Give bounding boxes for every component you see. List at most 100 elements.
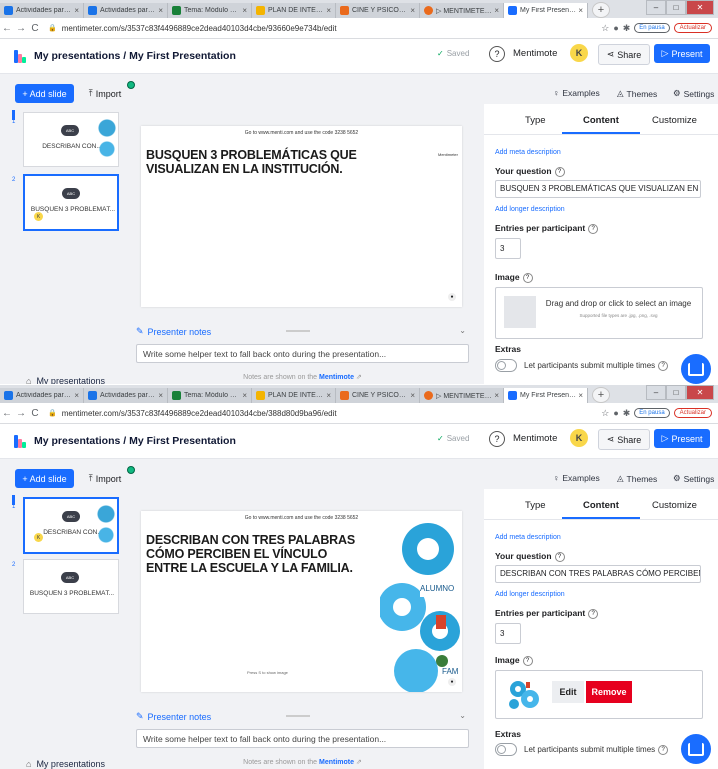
edit-image-button[interactable]: Edit: [552, 681, 584, 703]
new-tab-button[interactable]: +: [592, 2, 610, 18]
remove-image-button[interactable]: Remove: [586, 681, 632, 703]
settings-button[interactable]: ⚙ Settings: [673, 473, 714, 484]
mentimote-button[interactable]: Mentimote: [513, 48, 557, 59]
close-icon[interactable]: ×: [494, 6, 499, 15]
add-slide-button[interactable]: + Add slide: [15, 469, 74, 488]
slide-thumbnail-1[interactable]: ABC DESCRIBAN CON...: [23, 112, 119, 167]
avatar[interactable]: K: [570, 44, 588, 62]
multiple-submit-toggle[interactable]: [495, 359, 517, 372]
share-button[interactable]: ⋖ Share: [598, 429, 650, 450]
browser-tab[interactable]: Actividades para ... ×: [84, 388, 168, 403]
extension-icon[interactable]: ●: [613, 23, 618, 33]
slide-canvas[interactable]: Go to www.menti.com and use the code 323…: [141, 126, 462, 307]
settings-button[interactable]: ⚙ Settings: [673, 88, 714, 99]
themes-button[interactable]: ◬ Themes: [617, 473, 657, 484]
close-icon[interactable]: ×: [410, 6, 415, 15]
slide-thumbnail-2[interactable]: ABC BUSQUEN 3 PROBLEMÁT...: [23, 559, 119, 614]
entries-input[interactable]: 3: [495, 238, 521, 259]
browser-tab[interactable]: PLAN DE INTERV...×: [252, 388, 336, 403]
browser-tab[interactable]: CINE Y PSICOLOG...×: [336, 3, 420, 18]
my-presentations-link[interactable]: ⌂ My presentations: [26, 759, 105, 769]
close-icon[interactable]: ×: [158, 391, 163, 400]
multiple-submit-toggle[interactable]: [495, 743, 517, 756]
chat-button[interactable]: [681, 354, 711, 384]
browser-tab[interactable]: CINE Y PSICOLOG...×: [336, 388, 420, 403]
chevron-down-icon[interactable]: ⌄: [459, 711, 466, 720]
add-longer-description-link[interactable]: Add longer description: [495, 591, 565, 598]
minimize-icon[interactable]: –: [646, 0, 666, 15]
import-button[interactable]: ⤒ Import: [81, 469, 129, 488]
tab-type[interactable]: Type: [525, 500, 546, 511]
close-icon[interactable]: ×: [326, 391, 331, 400]
presenter-notes-input[interactable]: Write some helper text to fall back onto…: [136, 344, 469, 363]
mentimeter-logo-icon[interactable]: [14, 49, 27, 63]
avatar[interactable]: K: [570, 429, 588, 447]
chevron-down-icon[interactable]: ⌄: [459, 326, 466, 335]
close-icon[interactable]: ×: [242, 6, 247, 15]
tab-customize[interactable]: Customize: [652, 115, 697, 126]
slide-canvas[interactable]: Go to www.menti.com and use the code 323…: [141, 511, 462, 692]
update-button[interactable]: Actualizar: [673, 23, 712, 33]
puzzle-icon[interactable]: ✱: [623, 408, 631, 419]
import-button[interactable]: ⤒ Import: [81, 84, 129, 103]
mentimeter-logo-icon[interactable]: [14, 434, 27, 448]
question-input[interactable]: DESCRIBAN CON TRES PALABRAS CÓMO PERCIBE…: [495, 565, 701, 583]
url-field[interactable]: 🔒 mentimeter.com/s/3537c83f4496889ce2dead…: [48, 24, 601, 33]
share-button[interactable]: ⋖ Share: [598, 44, 650, 65]
question-input[interactable]: BUSQUEN 3 PROBLEMÁTICAS QUE VISUALIZAN E…: [495, 180, 701, 198]
tab-content[interactable]: Content: [583, 115, 619, 126]
close-icon[interactable]: ×: [74, 391, 79, 400]
maximize-icon[interactable]: □: [666, 385, 686, 400]
browser-tab[interactable]: Actividades para ... ×: [0, 3, 84, 18]
close-window-icon[interactable]: ✕: [686, 0, 714, 15]
breadcrumb[interactable]: My presentations / My First Presentation: [34, 435, 236, 447]
paused-profile[interactable]: En pausa: [634, 23, 670, 33]
help-icon[interactable]: ?: [588, 608, 599, 619]
slide-thumbnail-2[interactable]: ABC BUSQUEN 3 PROBLEMÁT... K: [23, 174, 119, 231]
help-icon[interactable]: ?: [658, 745, 669, 755]
examples-button[interactable]: ♀ Examples: [553, 88, 600, 98]
help-icon[interactable]: ?: [522, 272, 533, 283]
help-icon[interactable]: ?: [489, 46, 505, 62]
url-field[interactable]: 🔒 mentimeter.com/s/3537c83f4496889ce2dead…: [48, 409, 601, 418]
back-icon[interactable]: ←: [0, 408, 14, 419]
puzzle-icon[interactable]: ✱: [623, 23, 631, 34]
chat-button[interactable]: [681, 734, 711, 764]
reload-icon[interactable]: C: [28, 23, 42, 34]
browser-tab[interactable]: ▷ MENTIMETER ... ×: [420, 3, 504, 18]
slide-thumbnail-1[interactable]: ABC DESCRIBAN CON... K: [23, 497, 119, 554]
breadcrumb[interactable]: My presentations / My First Presentation: [34, 50, 236, 62]
forward-icon[interactable]: →: [14, 23, 28, 34]
browser-tab[interactable]: Tema: Módulo 3 ... ×: [168, 3, 252, 18]
close-icon[interactable]: ×: [578, 6, 583, 15]
tab-customize[interactable]: Customize: [652, 500, 697, 511]
add-meta-description-link[interactable]: Add meta description: [495, 149, 561, 156]
present-button[interactable]: ▷ Present: [654, 429, 710, 448]
my-presentations-link[interactable]: ⌂ My presentations: [26, 376, 105, 384]
minimize-icon[interactable]: –: [646, 385, 666, 400]
star-icon[interactable]: ☆: [601, 23, 609, 34]
back-icon[interactable]: ←: [0, 23, 14, 34]
update-button[interactable]: Actualizar: [673, 408, 712, 418]
close-icon[interactable]: ×: [410, 391, 415, 400]
close-icon[interactable]: ×: [494, 391, 499, 400]
browser-tab-active[interactable]: My First Presentat...×: [504, 3, 588, 18]
image-dropzone[interactable]: Drag and drop or click to select an imag…: [495, 287, 703, 339]
help-icon[interactable]: ?: [554, 166, 565, 177]
help-icon[interactable]: ?: [588, 223, 599, 234]
star-icon[interactable]: ☆: [601, 408, 609, 419]
add-longer-description-link[interactable]: Add longer description: [495, 206, 565, 213]
paused-profile[interactable]: En pausa: [634, 408, 670, 418]
present-button[interactable]: ▷ Present: [654, 44, 710, 63]
examples-button[interactable]: ♀ Examples: [553, 473, 600, 483]
close-icon[interactable]: ×: [242, 391, 247, 400]
tab-type[interactable]: Type: [525, 115, 546, 126]
resize-handle[interactable]: [286, 330, 310, 332]
add-meta-description-link[interactable]: Add meta description: [495, 534, 561, 541]
resize-handle[interactable]: [286, 715, 310, 717]
add-slide-button[interactable]: + Add slide: [15, 84, 74, 103]
close-window-icon[interactable]: ✕: [686, 385, 714, 400]
close-icon[interactable]: ×: [158, 6, 163, 15]
help-icon[interactable]: ?: [489, 431, 505, 447]
help-icon[interactable]: ?: [522, 655, 533, 666]
